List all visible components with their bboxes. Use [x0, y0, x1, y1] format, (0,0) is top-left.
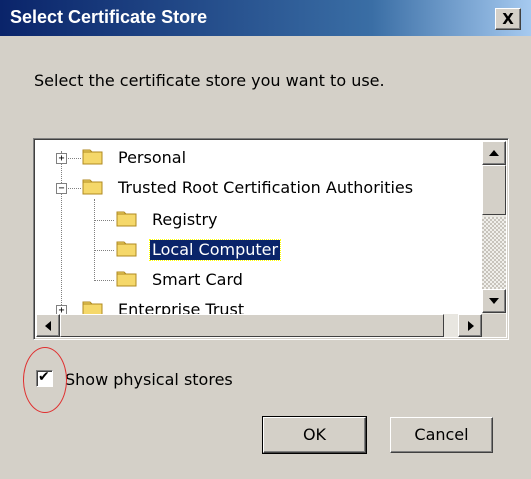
instruction-text: Select the certificate store you want to… — [34, 71, 385, 90]
tree-item-local-computer[interactable]: Local Computer — [36, 238, 336, 264]
folder-icon — [82, 179, 103, 195]
folder-icon — [116, 241, 137, 257]
tree-item-label: Enterprise Trust — [118, 300, 245, 314]
scroll-thumb[interactable] — [482, 165, 506, 215]
instruction-label: Select the certificate store you want to… — [34, 71, 385, 90]
expand-icon[interactable]: + — [56, 305, 67, 314]
title-bar[interactable]: Select Certificate Store X — [0, 0, 531, 36]
tree-view[interactable]: + Personal − Trusted Root Certification … — [36, 141, 482, 314]
tree-item-label: Trusted Root Certification Authorities — [118, 178, 414, 197]
tree-item-trusted-root[interactable]: − Trusted Root Certification Authorities — [36, 176, 476, 202]
close-button[interactable]: X — [495, 8, 521, 30]
folder-icon — [116, 211, 137, 227]
tree-item-smart-card[interactable]: Smart Card — [36, 268, 336, 294]
vertical-scrollbar[interactable] — [482, 141, 506, 314]
annotation-circle — [23, 347, 67, 413]
scroll-left-button[interactable] — [36, 314, 60, 337]
collapse-icon[interactable]: − — [56, 183, 67, 194]
scroll-up-button[interactable] — [482, 141, 506, 165]
folder-icon — [82, 301, 103, 314]
ok-button[interactable]: OK — [262, 416, 367, 454]
tree-item-label: Personal — [118, 148, 187, 167]
scroll-track[interactable] — [482, 217, 506, 289]
arrow-up-icon — [489, 150, 499, 156]
horizontal-scrollbar[interactable] — [36, 314, 482, 337]
tree-item-label: Local Computer — [148, 239, 282, 261]
tree-item-label: Smart Card — [152, 270, 243, 289]
expand-icon[interactable]: + — [56, 153, 67, 164]
select-certificate-store-dialog: Select Certificate Store X Select the ce… — [0, 0, 531, 479]
tree-item-label: Registry — [152, 210, 218, 229]
scroll-thumb[interactable] — [60, 314, 444, 337]
arrow-left-icon — [45, 321, 51, 331]
tree-item-registry[interactable]: Registry — [36, 208, 336, 234]
scroll-right-button[interactable] — [458, 314, 482, 337]
scrollbar-corner — [482, 314, 506, 337]
folder-icon — [116, 271, 137, 287]
arrow-right-icon — [468, 321, 474, 331]
scroll-down-button[interactable] — [482, 289, 506, 313]
close-icon: X — [502, 10, 514, 28]
show-physical-stores-label[interactable]: Show physical stores — [65, 370, 233, 389]
certificate-store-tree[interactable]: + Personal − Trusted Root Certification … — [33, 138, 509, 340]
cancel-button[interactable]: Cancel — [390, 417, 493, 453]
folder-icon — [82, 149, 103, 165]
tree-item-enterprise-trust[interactable]: + Enterprise Trust — [36, 298, 336, 314]
dialog-title: Select Certificate Store — [10, 7, 208, 27]
tree-item-personal[interactable]: + Personal — [36, 146, 436, 172]
arrow-down-icon — [489, 298, 499, 304]
